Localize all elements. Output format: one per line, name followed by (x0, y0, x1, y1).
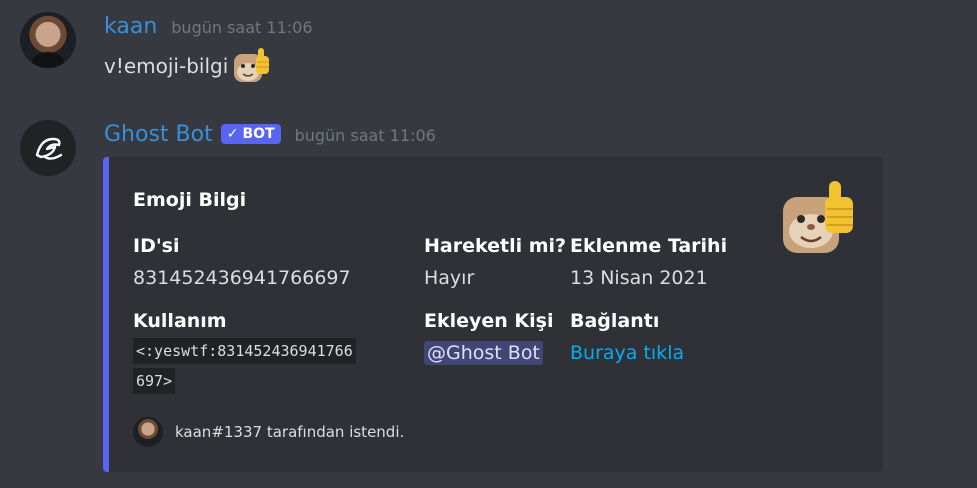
embed-footer: kaan#1337 tarafından istendi. (133, 417, 404, 447)
inline-code: <:yeswtf:831452436941766 (133, 338, 356, 364)
field-name: Bağlantı (570, 310, 660, 332)
cat-thumbs-up-emoji[interactable] (232, 46, 272, 86)
cat-thumbs-up-emoji[interactable] (781, 179, 857, 255)
field-name: Kullanım (133, 310, 227, 332)
field-value: 831452436941766697 (133, 267, 351, 289)
message-content: v!emoji-bilgi (104, 46, 272, 86)
message-header: Ghost Bot ✓ BOT bugün saat 11:06 (104, 122, 436, 147)
inline-code: 697> (133, 368, 176, 394)
bot-tag-label: BOT (242, 126, 275, 142)
username[interactable]: Ghost Bot (104, 122, 213, 147)
timestamp: bugün saat 11:06 (171, 18, 313, 37)
field-value: <:yeswtf:831452436941766 697> (133, 336, 356, 396)
embed-title: Emoji Bilgi (133, 189, 247, 211)
avatar[interactable] (20, 120, 76, 176)
avatar[interactable] (20, 12, 76, 68)
footer-avatar (133, 417, 163, 447)
user-mention[interactable]: @Ghost Bot (424, 341, 543, 365)
embed: Emoji Bilgi ID'si 831452436941766697 Har… (103, 157, 883, 472)
field-value: @Ghost Bot (424, 341, 553, 365)
field-value: Hayır (424, 267, 475, 289)
field-name: Hareketli mi? (424, 235, 567, 257)
field-added-date: Eklenme Tarihi 13 Nisan 2021 (570, 235, 727, 289)
ghost-bot-logo-icon (35, 137, 63, 160)
field-usage: Kullanım <:yeswtf:831452436941766 697> (133, 310, 356, 396)
footer-text: kaan#1337 tarafından istendi. (175, 423, 405, 441)
message-text: v!emoji-bilgi (104, 54, 229, 78)
username[interactable]: kaan (104, 14, 157, 39)
field-added-by: Ekleyen Kişi @Ghost Bot (424, 310, 554, 365)
message-header: kaan bugün saat 11:06 (104, 14, 313, 39)
field-animated: Hareketli mi? Hayır (424, 235, 566, 289)
field-name: ID'si (133, 235, 180, 257)
timestamp: bugün saat 11:06 (294, 126, 436, 145)
message-kaan: kaan bugün saat 11:06 v!emoji-bilgi (0, 0, 977, 100)
bot-tag: ✓ BOT (220, 124, 281, 144)
field-id: ID'si 831452436941766697 (133, 235, 351, 289)
embed-link[interactable]: Buraya tıkla (570, 342, 684, 364)
field-value: Buraya tıkla (570, 342, 684, 364)
verified-check-icon: ✓ (226, 126, 239, 142)
field-link: Bağlantı Buraya tıkla (570, 310, 684, 364)
field-name: Eklenme Tarihi (570, 235, 728, 257)
field-value: 13 Nisan 2021 (570, 267, 708, 289)
field-name: Ekleyen Kişi (424, 310, 554, 332)
